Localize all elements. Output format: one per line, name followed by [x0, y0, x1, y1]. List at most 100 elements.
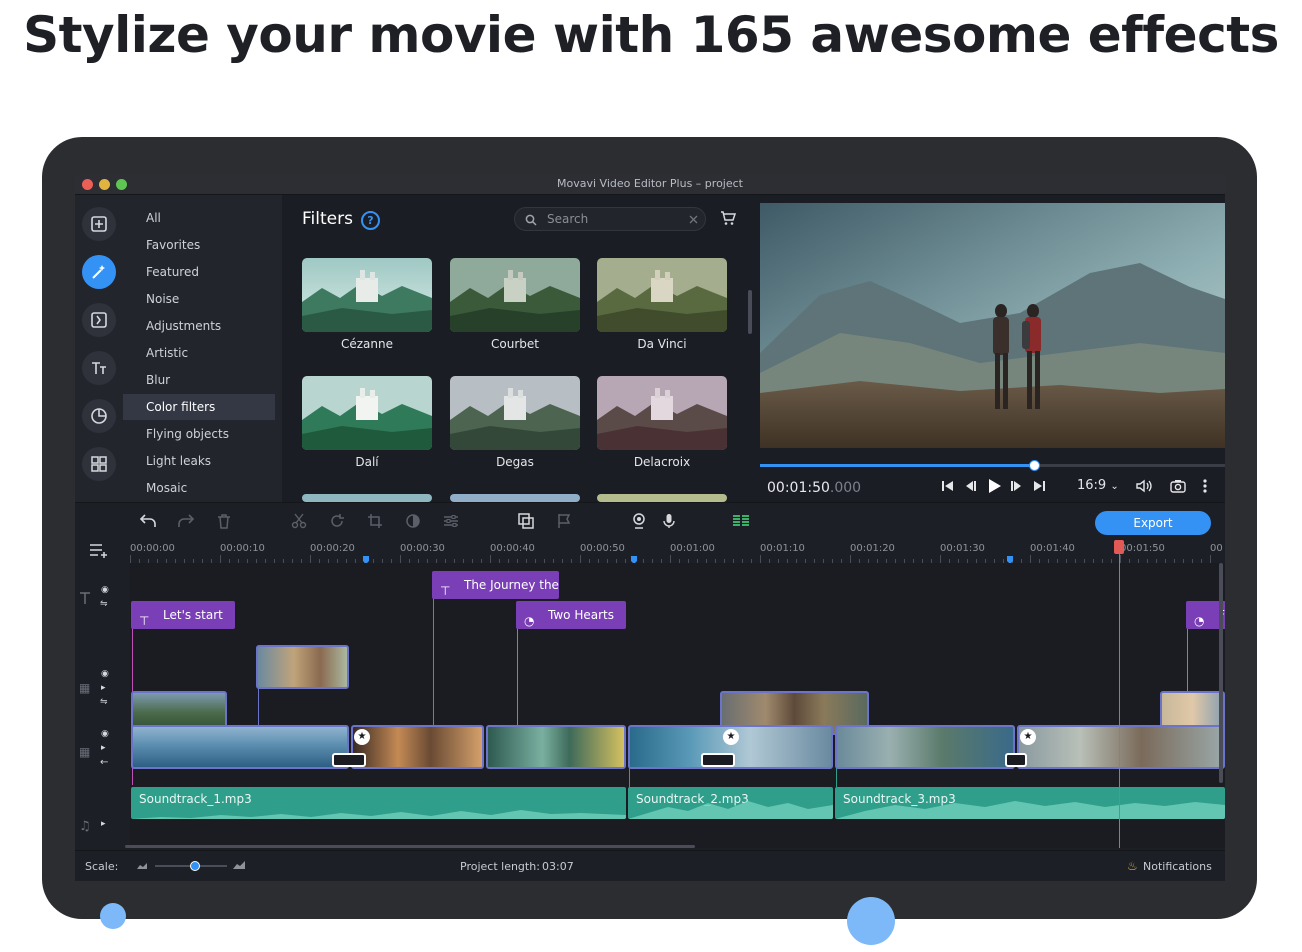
transition-marker[interactable] [1005, 753, 1027, 767]
rotate-button[interactable] [327, 511, 347, 531]
visibility-eye-icon[interactable]: ◉ [101, 585, 109, 595]
overlay-button[interactable] [516, 511, 536, 531]
scale-slider-knob[interactable] [189, 861, 200, 871]
zoom-in-icon[interactable] [233, 861, 247, 869]
transition-marker[interactable] [332, 753, 366, 767]
bell-icon[interactable]: ♨ [1127, 859, 1138, 873]
snapshot-button[interactable] [1170, 477, 1186, 495]
scale-slider[interactable] [155, 861, 227, 871]
mute-speaker-icon[interactable]: ▸ [101, 683, 106, 693]
filter-thumb-courbet[interactable] [450, 258, 580, 332]
filter-search-box[interactable] [514, 207, 706, 231]
category-noise[interactable]: Noise [123, 286, 275, 312]
favorite-star-icon[interactable]: ★ [1020, 729, 1036, 745]
filter-thumb-partial[interactable] [597, 494, 727, 502]
help-button[interactable]: ? [361, 211, 380, 230]
sticker-clip[interactable]: ◔ Two Hearts [516, 601, 626, 629]
category-all[interactable]: All [123, 205, 275, 231]
audio-clip[interactable]: Soundtrack_3.mp3 [835, 787, 1225, 819]
delete-button[interactable] [214, 511, 234, 531]
audio-clip[interactable]: Soundtrack_1.mp3 [131, 787, 626, 819]
filter-thumb-delacroix[interactable] [597, 376, 727, 450]
transition-marker[interactable] [701, 753, 735, 767]
main-video-clip[interactable] [131, 725, 349, 769]
overlay-video-clip[interactable] [256, 645, 349, 689]
timeline-ruler[interactable]: 00:00:00 00:00:10 00:00:20 00:00:30 00:0… [75, 538, 1225, 564]
clear-search-icon[interactable] [689, 215, 698, 224]
filter-thumb-partial[interactable] [450, 494, 580, 502]
store-cart-icon[interactable] [720, 211, 736, 226]
clip-properties-button[interactable] [441, 511, 461, 531]
category-mosaic[interactable]: Mosaic [123, 475, 275, 501]
favorite-star-icon[interactable]: ★ [723, 729, 739, 745]
more-tools-button[interactable] [82, 447, 116, 481]
filter-thumb-da-vinci[interactable] [597, 258, 727, 332]
zoom-out-icon[interactable] [137, 863, 147, 869]
filter-thumb-dali[interactable] [302, 376, 432, 450]
webcam-record-button[interactable] [629, 511, 649, 531]
preview-video-frame[interactable] [760, 203, 1225, 448]
flag-icon [558, 514, 571, 528]
aspect-ratio-dropdown[interactable]: 16:9 ⌄ [1077, 478, 1119, 493]
tracks-vertical-scrollbar[interactable] [1219, 563, 1223, 783]
playhead-line[interactable] [1119, 548, 1120, 848]
filters-scrollbar[interactable] [748, 290, 752, 334]
category-light-leaks[interactable]: Light leaks [123, 448, 275, 474]
next-frame-button[interactable] [1009, 477, 1025, 495]
title-clip[interactable]: ⊤ Let's start [131, 601, 235, 629]
preview-progress-knob[interactable] [1029, 460, 1041, 471]
tracks-horizontal-scrollbar[interactable] [125, 845, 695, 848]
filter-thumb-partial[interactable] [302, 494, 432, 502]
filters-tool-button[interactable] [82, 255, 116, 289]
marker-button[interactable] [554, 511, 574, 531]
titles-tool-button[interactable] [82, 351, 116, 385]
audio-clip[interactable]: Soundtrack_2.mp3 [628, 787, 833, 819]
redo-button[interactable] [176, 511, 196, 531]
ripple-arrow-icon[interactable]: ← [100, 757, 108, 768]
import-media-button[interactable] [82, 207, 116, 241]
mute-speaker-icon[interactable]: ▸ [101, 743, 106, 753]
skip-start-icon [942, 481, 953, 491]
notifications-label[interactable]: Notifications [1143, 860, 1212, 873]
category-color-filters[interactable]: Color filters [123, 394, 275, 420]
skip-to-end-button[interactable] [1031, 477, 1047, 495]
visibility-eye-icon[interactable]: ◉ [101, 729, 109, 739]
favorite-star-icon[interactable]: ★ [354, 729, 370, 745]
search-input[interactable] [547, 211, 667, 227]
previous-frame-button[interactable] [962, 477, 978, 495]
main-video-clip[interactable] [835, 725, 1015, 769]
category-featured[interactable]: Featured [123, 259, 275, 285]
color-adjust-button[interactable] [403, 511, 423, 531]
filter-thumb-degas[interactable] [450, 376, 580, 450]
filter-thumb-cezanne[interactable] [302, 258, 432, 332]
link-icon[interactable]: ⇋ [100, 599, 108, 609]
category-favorites[interactable]: Favorites [123, 232, 275, 258]
category-flying-objects[interactable]: Flying objects [123, 421, 275, 447]
decor-dot-center [847, 897, 895, 945]
volume-button[interactable] [1136, 477, 1154, 495]
voiceover-button[interactable] [659, 511, 679, 531]
preview-progress-bar[interactable] [760, 460, 1225, 471]
skip-to-start-button[interactable] [940, 477, 956, 495]
add-track-button[interactable] [89, 540, 109, 560]
link-icon[interactable]: ⇋ [100, 697, 108, 707]
audio-levels-button[interactable] [731, 511, 751, 531]
mute-speaker-icon[interactable]: ▸ [101, 819, 106, 829]
category-adjustments[interactable]: Adjustments [123, 313, 275, 339]
visibility-eye-icon[interactable]: ◉ [101, 669, 109, 679]
crop-button[interactable] [365, 511, 385, 531]
main-video-clip[interactable] [1017, 725, 1225, 769]
stickers-tool-button[interactable] [82, 399, 116, 433]
category-artistic[interactable]: Artistic [123, 340, 275, 366]
category-blur[interactable]: Blur [123, 367, 275, 393]
split-button[interactable] [289, 511, 309, 531]
play-button[interactable] [985, 477, 1003, 495]
transitions-tool-button[interactable] [82, 303, 116, 337]
more-options-button[interactable] [1200, 477, 1210, 495]
export-button[interactable]: Export [1095, 511, 1211, 535]
undo-button[interactable] [138, 511, 158, 531]
ruler-tick [310, 555, 311, 563]
main-video-clip[interactable] [351, 725, 484, 769]
title-clip[interactable]: ⊤ The Journey the c [432, 571, 559, 599]
main-video-clip[interactable] [486, 725, 626, 769]
